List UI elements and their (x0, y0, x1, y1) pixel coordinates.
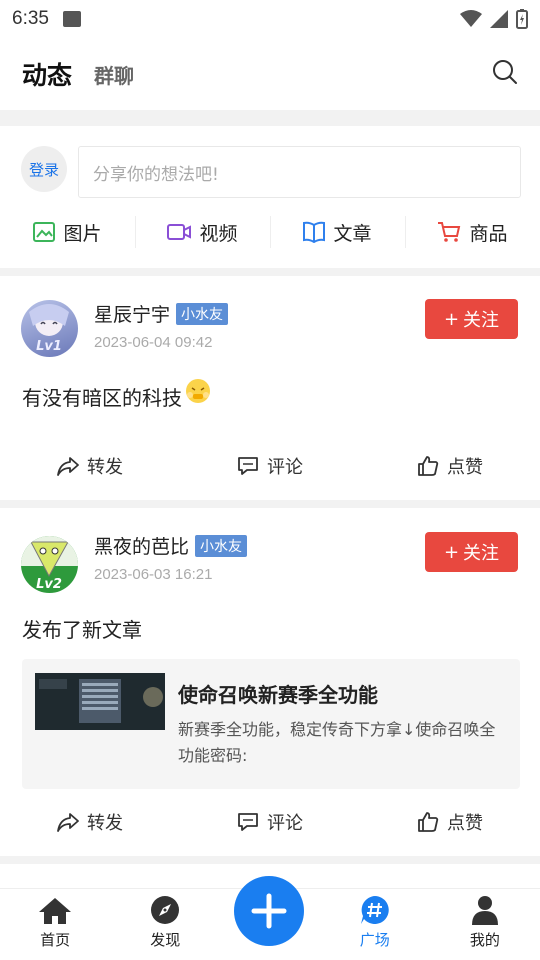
post-type-bar: 图片 视频 文章 商品 (0, 212, 540, 252)
post-text: 有没有暗区的科技 (22, 386, 182, 410)
share-thought-input[interactable]: 分享你的想法吧! (78, 146, 521, 198)
comment-label: 评论 (267, 813, 303, 834)
comment-button[interactable]: 评论 (180, 802, 360, 842)
post-actions: 转发 评论 点赞 (0, 802, 540, 842)
post-type-image[interactable]: 图片 (0, 212, 135, 252)
post-type-article[interactable]: 文章 (270, 212, 405, 252)
profile-icon (471, 896, 498, 925)
status-bar: 6:35 (0, 0, 540, 38)
post-type-product-label: 商品 (469, 222, 508, 245)
plus-icon: + (443, 541, 460, 563)
post-type-product[interactable]: 商品 (405, 212, 540, 252)
article-thumbnail (35, 673, 165, 730)
image-icon (33, 222, 56, 242)
comment-icon (238, 457, 258, 475)
follow-button[interactable]: + 关注 (425, 299, 518, 339)
status-time: 6:35 (12, 8, 49, 29)
post-username[interactable]: 星辰宁宇 (94, 304, 170, 326)
post-card: Lv2 黑夜的芭比 小水友 2023-06-03 16:21 + 关注 发布了新文章… (0, 508, 540, 856)
status-icons (460, 9, 528, 29)
user-badge: 小水友 (176, 303, 229, 325)
post-content[interactable]: 发布了新文章 (22, 614, 142, 643)
wifi-icon (460, 10, 482, 27)
cart-icon (438, 222, 461, 242)
level-label: Lv1 (36, 339, 62, 354)
post-time: 2023-06-04 09:42 (94, 334, 213, 351)
plus-icon: + (443, 308, 460, 330)
share-button[interactable]: 转发 (0, 446, 180, 486)
plus-icon (251, 893, 287, 929)
search-icon[interactable] (492, 59, 518, 89)
share-label: 转发 (87, 813, 123, 834)
post-username[interactable]: 黑夜的芭比 (94, 536, 189, 558)
signal-icon (490, 10, 508, 28)
post-text: 发布了新文章 (22, 618, 142, 642)
post-username-row: 黑夜的芭比 小水友 (94, 532, 248, 559)
follow-button[interactable]: + 关注 (425, 532, 518, 572)
home-icon (39, 898, 72, 924)
like-label: 点赞 (447, 457, 483, 478)
book-icon (303, 221, 326, 243)
post-type-video-label: 视频 (199, 222, 238, 245)
post-type-video[interactable]: 视频 (135, 212, 270, 252)
compass-icon (151, 896, 180, 924)
tab-home-label: 首页 (40, 931, 71, 949)
user-badge: 小水友 (195, 535, 248, 557)
share-button[interactable]: 转发 (0, 802, 180, 842)
like-label: 点赞 (447, 813, 483, 834)
article-card[interactable]: 使命召唤新赛季全功能 新赛季全功能，稳定传奇下方拿↓使命召唤全功能密码: (22, 659, 520, 789)
avatar[interactable]: Lv1 (21, 300, 78, 357)
tab-discover[interactable]: 发现 (110, 889, 220, 960)
tab-discover-label: 发现 (150, 931, 181, 949)
tab-group-chat[interactable]: 群聊 (94, 60, 134, 89)
post-content[interactable]: 有没有暗区的科技 (22, 378, 212, 411)
article-title: 使命召唤新赛季全功能 (178, 683, 378, 707)
like-button[interactable]: 点赞 (360, 802, 540, 842)
tab-profile[interactable]: 我的 (430, 889, 540, 960)
comment-label: 评论 (267, 457, 303, 478)
tab-dynamics[interactable]: 动态 (22, 56, 72, 92)
battery-icon (516, 9, 528, 29)
post-username-row: 星辰宁宇 小水友 (94, 300, 229, 327)
compose-panel: 登录 分享你的想法吧! 图片 视频 文章 商品 (0, 126, 540, 268)
tab-home[interactable]: 首页 (0, 889, 110, 960)
follow-button-label: 关注 (463, 543, 500, 564)
comment-icon (238, 813, 258, 831)
post-time: 2023-06-03 16:21 (94, 566, 213, 583)
tab-square[interactable]: 广场 (320, 889, 430, 960)
thumbs-up-icon (418, 812, 439, 832)
login-button[interactable]: 登录 (21, 146, 67, 192)
share-icon (57, 813, 79, 832)
level-label: Lv2 (36, 577, 62, 592)
like-button[interactable]: 点赞 (360, 446, 540, 486)
share-label: 转发 (87, 457, 123, 478)
post-card: Lv1 星辰宁宇 小水友 2023-06-04 09:42 + 关注 有没有暗区的科… (0, 276, 540, 500)
gallery-notification-icon (62, 11, 81, 27)
create-post-button[interactable] (234, 876, 304, 946)
comment-button[interactable]: 评论 (180, 446, 360, 486)
thumbs-up-icon (418, 456, 439, 476)
article-description: 新赛季全功能，稳定传奇下方拿↓使命召唤全功能密码: (178, 720, 496, 765)
top-header: 动态 群聊 (0, 38, 540, 110)
post-actions: 转发 评论 点赞 (0, 446, 540, 486)
tab-square-label: 广场 (359, 931, 390, 949)
hashtag-icon (360, 896, 389, 924)
tab-profile-label: 我的 (469, 931, 500, 949)
avatar[interactable]: Lv2 (21, 536, 78, 593)
share-icon (57, 457, 79, 476)
follow-button-label: 关注 (463, 310, 500, 331)
post-type-article-label: 文章 (333, 222, 372, 245)
emoji-icon (186, 378, 210, 403)
post-type-image-label: 图片 (63, 222, 102, 245)
video-icon (167, 224, 192, 240)
